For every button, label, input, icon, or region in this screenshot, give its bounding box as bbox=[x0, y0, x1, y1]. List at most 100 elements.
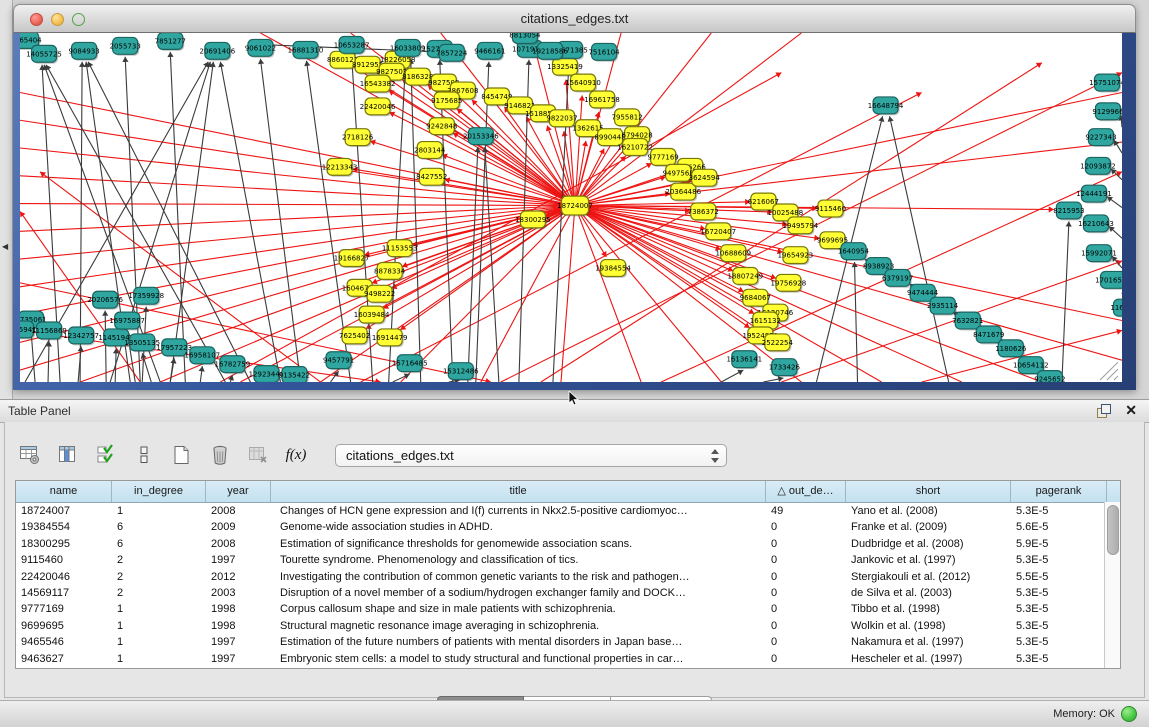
scrollbar-thumb[interactable] bbox=[1107, 505, 1119, 555]
select-rows-icon[interactable] bbox=[93, 442, 119, 468]
cell-title[interactable]: Investigating the contribution of common… bbox=[271, 569, 766, 585]
table-row[interactable]: 969969511998Structural magnetic resonanc… bbox=[16, 618, 1120, 634]
table-row[interactable]: 977716911998Corpus callosum shape and si… bbox=[16, 601, 1120, 617]
cell-in_degree[interactable]: 1 bbox=[112, 503, 206, 519]
cell-year[interactable]: 1997 bbox=[206, 552, 271, 568]
cell-pagerank[interactable]: 5.3E-5 bbox=[1011, 552, 1107, 568]
cell-year[interactable]: 2009 bbox=[206, 519, 271, 535]
function-builder-icon[interactable]: f(x) bbox=[283, 442, 309, 468]
cell-out_de[interactable]: 49 bbox=[766, 503, 846, 519]
cell-pagerank[interactable]: 5.3E-5 bbox=[1011, 634, 1107, 650]
cell-year[interactable]: 1997 bbox=[206, 651, 271, 667]
cell-title[interactable]: Disruption of a novel member of a sodium… bbox=[271, 585, 766, 601]
cell-short[interactable]: Hescheler et al. (1997) bbox=[846, 651, 1011, 667]
table-row[interactable]: 946554611997Estimation of the future num… bbox=[16, 634, 1120, 650]
cell-out_de[interactable]: 0 bbox=[766, 651, 846, 667]
cell-name[interactable]: 9463627 bbox=[16, 651, 112, 667]
cell-in_degree[interactable]: 2 bbox=[112, 585, 206, 601]
cell-in_degree[interactable]: 2 bbox=[112, 552, 206, 568]
table-row[interactable]: 911546021997Tourette syndrome. Phenomeno… bbox=[16, 552, 1120, 568]
cell-pagerank[interactable]: 5.9E-5 bbox=[1011, 536, 1107, 552]
cell-short[interactable]: Nakamura et al. (1997) bbox=[846, 634, 1011, 650]
column-header-in_degree[interactable]: in_degree bbox=[112, 481, 206, 502]
cell-name[interactable]: 18724007 bbox=[16, 503, 112, 519]
cell-name[interactable]: 9115460 bbox=[16, 552, 112, 568]
cell-out_de[interactable]: 0 bbox=[766, 569, 846, 585]
cell-year[interactable]: 2008 bbox=[206, 536, 271, 552]
table-row[interactable]: 1830029562008Estimation of significance … bbox=[16, 536, 1120, 552]
cell-short[interactable]: Franke et al. (2009) bbox=[846, 519, 1011, 535]
network-canvas[interactable]: 1872400718300295193845548860123891295518… bbox=[20, 33, 1122, 382]
new-table-icon[interactable] bbox=[169, 442, 195, 468]
column-header-short[interactable]: short bbox=[846, 481, 1011, 502]
cell-in_degree[interactable]: 1 bbox=[112, 634, 206, 650]
cell-in_degree[interactable]: 6 bbox=[112, 536, 206, 552]
cell-title[interactable]: Corpus callosum shape and size in male p… bbox=[271, 601, 766, 617]
cell-title[interactable]: Estimation of significance thresholds fo… bbox=[271, 536, 766, 552]
close-panel-icon[interactable]: ✕ bbox=[1125, 402, 1137, 419]
cell-in_degree[interactable]: 1 bbox=[112, 651, 206, 667]
cell-title[interactable]: Tourette syndrome. Phenomenology and cla… bbox=[271, 552, 766, 568]
cell-year[interactable]: 1998 bbox=[206, 618, 271, 634]
cell-year[interactable]: 2012 bbox=[206, 569, 271, 585]
table-row[interactable]: 1938455462009Genome-wide association stu… bbox=[16, 519, 1120, 535]
cell-title[interactable]: Embryonic stem cells: a model to study s… bbox=[271, 651, 766, 667]
collapsed-side-panel-strip[interactable]: ◀ bbox=[0, 0, 13, 399]
cell-pagerank[interactable]: 5.3E-5 bbox=[1011, 585, 1107, 601]
cell-short[interactable]: Dudbridge et al. (2008) bbox=[846, 536, 1011, 552]
cell-year[interactable]: 2003 bbox=[206, 585, 271, 601]
table-row[interactable]: 1456911722003Disruption of a novel membe… bbox=[16, 585, 1120, 601]
cell-title[interactable]: Genome-wide association studies in ADHD. bbox=[271, 519, 766, 535]
cell-in_degree[interactable]: 6 bbox=[112, 519, 206, 535]
cell-title[interactable]: Structural magnetic resonance image aver… bbox=[271, 618, 766, 634]
delete-table-icon[interactable] bbox=[207, 442, 233, 468]
table-source-select[interactable]: citations_edges.txt bbox=[335, 444, 727, 467]
cell-short[interactable]: de Silva et al. (2003) bbox=[846, 585, 1011, 601]
cell-year[interactable]: 1997 bbox=[206, 634, 271, 650]
table-row[interactable]: 2242004622012Investigating the contribut… bbox=[16, 569, 1120, 585]
cell-title[interactable]: Estimation of the future numbers of pati… bbox=[271, 634, 766, 650]
cell-name[interactable]: 14569117 bbox=[16, 585, 112, 601]
cell-year[interactable]: 1998 bbox=[206, 601, 271, 617]
cell-name[interactable]: 19384554 bbox=[16, 519, 112, 535]
cell-out_de[interactable]: 0 bbox=[766, 552, 846, 568]
cell-in_degree[interactable]: 1 bbox=[112, 618, 206, 634]
cell-pagerank[interactable]: 5.3E-5 bbox=[1011, 618, 1107, 634]
cell-year[interactable]: 2008 bbox=[206, 503, 271, 519]
cell-short[interactable]: Jankovic et al. (1997) bbox=[846, 552, 1011, 568]
cell-short[interactable]: Stergiakouli et al. (2012) bbox=[846, 569, 1011, 585]
cell-short[interactable]: Wolkin et al. (1998) bbox=[846, 618, 1011, 634]
cell-pagerank[interactable]: 5.3E-5 bbox=[1011, 503, 1107, 519]
cell-pagerank[interactable]: 5.3E-5 bbox=[1011, 601, 1107, 617]
row-height-icon[interactable] bbox=[131, 442, 157, 468]
cell-pagerank[interactable]: 5.3E-5 bbox=[1011, 651, 1107, 667]
cell-short[interactable]: Tibbo et al. (1998) bbox=[846, 601, 1011, 617]
panel-collapse-arrow-icon[interactable]: ◀ bbox=[2, 242, 8, 251]
cell-pagerank[interactable]: 5.6E-5 bbox=[1011, 519, 1107, 535]
cell-name[interactable]: 9777169 bbox=[16, 601, 112, 617]
cell-title[interactable]: Changes of HCN gene expression and I(f) … bbox=[271, 503, 766, 519]
cell-out_de[interactable]: 0 bbox=[766, 601, 846, 617]
window-titlebar[interactable]: citations_edges.txt bbox=[13, 4, 1136, 33]
cell-name[interactable]: 9699695 bbox=[16, 618, 112, 634]
table-columns-icon[interactable] bbox=[55, 442, 81, 468]
cell-out_de[interactable]: 0 bbox=[766, 519, 846, 535]
cell-name[interactable]: 9465546 bbox=[16, 634, 112, 650]
table-settings-icon[interactable] bbox=[17, 442, 43, 468]
column-header-title[interactable]: title bbox=[271, 481, 766, 502]
float-panel-icon[interactable] bbox=[1097, 404, 1111, 418]
cell-name[interactable]: 18300295 bbox=[16, 536, 112, 552]
table-row[interactable]: 1872400712008Changes of HCN gene express… bbox=[16, 503, 1120, 519]
cell-name[interactable]: 22420046 bbox=[16, 569, 112, 585]
column-header-name[interactable]: name bbox=[16, 481, 112, 502]
table-row[interactable]: 946362711997Embryonic stem cells: a mode… bbox=[16, 651, 1120, 667]
column-header-pagerank[interactable]: pagerank bbox=[1011, 481, 1107, 502]
cell-out_de[interactable]: 0 bbox=[766, 618, 846, 634]
column-header-out_de[interactable]: △ out_de… bbox=[766, 481, 846, 502]
table-scrollbar[interactable] bbox=[1104, 502, 1120, 668]
cell-out_de[interactable]: 0 bbox=[766, 536, 846, 552]
cell-short[interactable]: Yano et al. (2008) bbox=[846, 503, 1011, 519]
cell-in_degree[interactable]: 1 bbox=[112, 601, 206, 617]
cell-in_degree[interactable]: 2 bbox=[112, 569, 206, 585]
cell-out_de[interactable]: 0 bbox=[766, 585, 846, 601]
